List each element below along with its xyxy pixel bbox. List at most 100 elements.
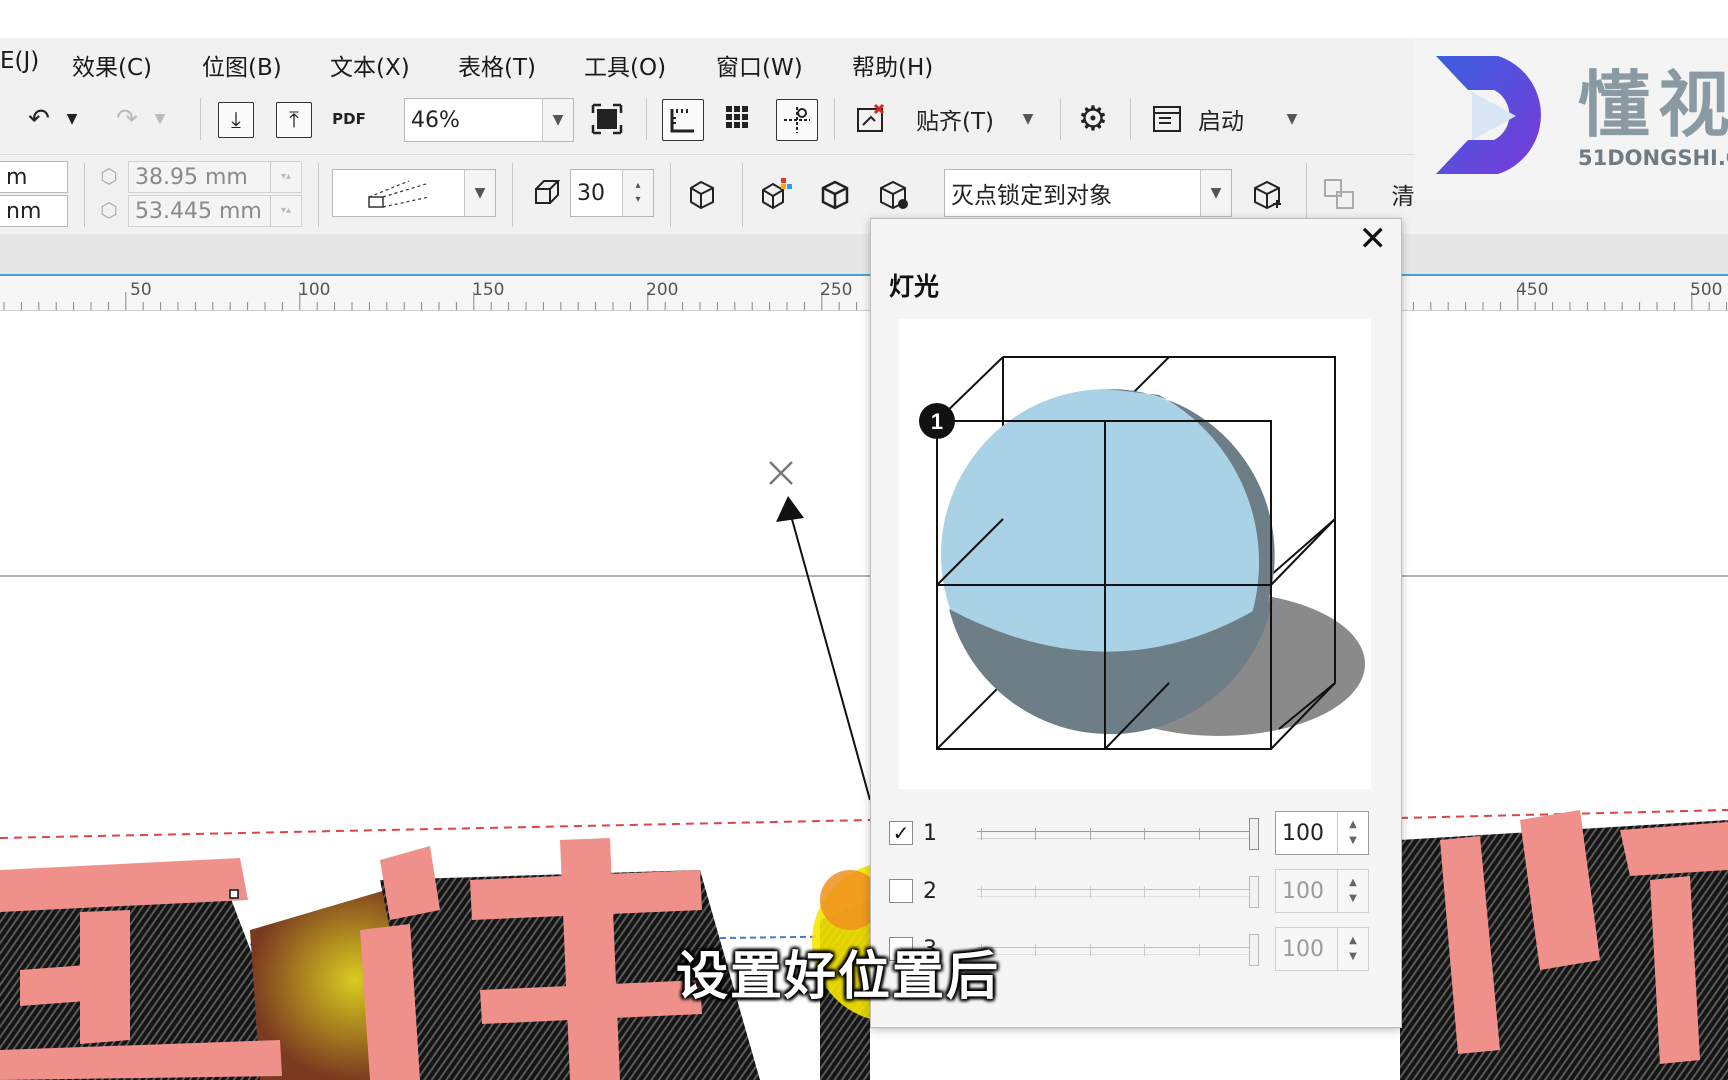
snap-dropdown-icon[interactable]: ▼ [1018,100,1038,138]
height-icon: ⬡ [100,198,118,222]
node-handle[interactable] [229,889,239,899]
menu-item-window[interactable]: 窗口(W) [716,48,803,82]
vanishing-point-marker[interactable] [769,461,793,485]
light-1-label: 1 [923,821,937,846]
light-2-label: 2 [923,879,937,904]
menu-item-help[interactable]: 帮助(H) [852,48,933,82]
chevron-down-icon[interactable]: ▼ [542,99,573,141]
watermark-logo: 懂视 51DONGSHI.COM [1414,38,1728,200]
lighting-panel: ✕ 灯光 1 ✓ 1 100 ▲ ▼ 2 100 ▲ ▼ 3 100 ▲ ▼ [870,218,1402,1028]
bounding-guide [0,819,871,839]
light-2-intensity-field[interactable]: 100 ▲ ▼ [1275,869,1369,913]
extrude-bevel-icon[interactable] [816,175,854,213]
spin-icon[interactable]: ▲ ▼ [1337,928,1368,970]
gear-icon[interactable]: ⚙ [1074,99,1112,139]
menu-item-effects[interactable]: 效果(C) [72,48,152,82]
slider-tick [1198,828,1200,840]
menu-item-text[interactable]: 文本(X) [330,48,410,82]
light-row-2: 2 100 ▲ ▼ [889,869,1389,917]
menu-item-bitmaps[interactable]: 位图(B) [202,48,282,82]
chevron-down-icon[interactable]: ▼ [464,170,495,216]
ruler-label: 450 [1516,280,1549,300]
close-icon[interactable]: ✕ [1359,219,1388,259]
slider-tick [1144,828,1146,840]
spin-icon[interactable]: ▲ ▼ [1337,870,1368,912]
light-source-number: 1 [931,409,943,434]
slider-thumb[interactable] [1249,818,1259,850]
play-logo-icon [1436,56,1541,174]
zoom-level-value: 46% [411,107,460,133]
menu-item-table[interactable]: 表格(T) [458,48,536,82]
width-value: 38.95 mm [135,164,248,190]
launch-dropdown-icon[interactable]: ▼ [1282,100,1302,138]
slider-tick [981,886,982,898]
export-pdf-icon[interactable]: PDF [330,100,368,138]
vanishing-point-select[interactable]: 灭点锁定到对象 ▼ [944,169,1232,217]
light-1-checkbox[interactable]: ✓ [889,821,913,845]
launch-icon[interactable] [1148,100,1186,138]
separator [834,98,835,140]
chevron-down-icon[interactable]: ▼ [1200,170,1231,216]
copy-extrude-icon[interactable] [1248,175,1286,213]
redo-dropdown-icon[interactable]: ▼ [150,100,170,138]
zoom-level-field[interactable]: 46% ▼ [404,98,574,142]
extrude-lighting-icon[interactable] [874,175,912,213]
vanishing-point-value: 灭点锁定到对象 [951,183,1112,209]
width-field[interactable]: 38.95 mm ▾▴ [128,161,302,193]
slider-tick [1198,886,1200,898]
slider-tick [1144,944,1146,956]
separator [84,163,85,227]
ruler-label: 200 [646,280,679,300]
menu-item-tools[interactable]: 工具(O) [584,48,666,82]
spin-icon[interactable]: ▲ ▼ [1337,812,1368,854]
slider-thumb[interactable] [1249,876,1259,908]
show-guidelines-icon[interactable] [776,99,818,141]
extrude-color-icon[interactable] [756,175,794,213]
separator [670,163,671,227]
slider-tick [1144,886,1146,898]
slider-tick [981,828,982,840]
extrusion-type-icon [368,180,430,208]
logo-text: 懂视 [1578,63,1728,147]
convert-icon[interactable] [1320,175,1358,213]
separator [200,98,201,140]
x-position-field[interactable]: m [0,161,68,193]
undo-dropdown-icon[interactable]: ▼ [62,100,82,138]
light-3-intensity-field[interactable]: 100 ▲ ▼ [1275,927,1369,971]
light-1-intensity-slider[interactable] [977,818,1259,850]
depth-field[interactable]: 30 ▴ ▾ [570,169,654,217]
slider-tick [1198,944,1200,956]
y-position-field[interactable]: nm [0,195,68,227]
light-2-intensity-slider[interactable] [977,876,1259,908]
light-1-intensity-field[interactable]: 100 ▲ ▼ [1275,811,1369,855]
x-position-value: m [6,164,28,190]
height-field[interactable]: 53.445 mm ▾▴ [128,195,302,227]
menu-item-object[interactable]: E(J) [0,48,39,74]
show-rulers-icon[interactable] [662,99,704,141]
launch-label[interactable]: 启动 [1198,100,1268,138]
slider-tick [1089,944,1091,956]
undo-icon[interactable]: ↶ [20,100,58,138]
slider-tick [1089,886,1091,898]
rotate-3d-icon[interactable] [684,175,722,213]
separator [512,163,513,227]
ruler-ticks [3,292,1728,310]
ruler-label: 50 [130,280,152,300]
full-screen-icon[interactable] [588,100,626,138]
horizontal-ruler[interactable]: 50 100 150 200 250 450 500 [0,276,1728,311]
slider-tick [1035,886,1037,898]
light-3-intensity-slider[interactable] [977,934,1259,966]
show-grid-icon[interactable] [720,100,758,138]
snap-to-menu[interactable]: 贴齐(T) [916,100,1026,138]
logo-subtext: 51DONGSHI.COM [1578,146,1728,170]
extrusion-type-select[interactable]: ▼ [332,169,496,217]
light-preview[interactable]: 1 [899,319,1371,789]
light-2-checkbox[interactable] [889,879,913,903]
snap-off-icon[interactable] [852,100,890,138]
vanishing-arrow [776,496,804,522]
export-icon[interactable]: ⤒ [276,102,312,138]
slider-thumb[interactable] [1249,934,1259,966]
import-icon[interactable]: ⤓ [218,102,254,138]
slider-tick [1089,828,1091,840]
redo-icon[interactable]: ↷ [108,100,146,138]
